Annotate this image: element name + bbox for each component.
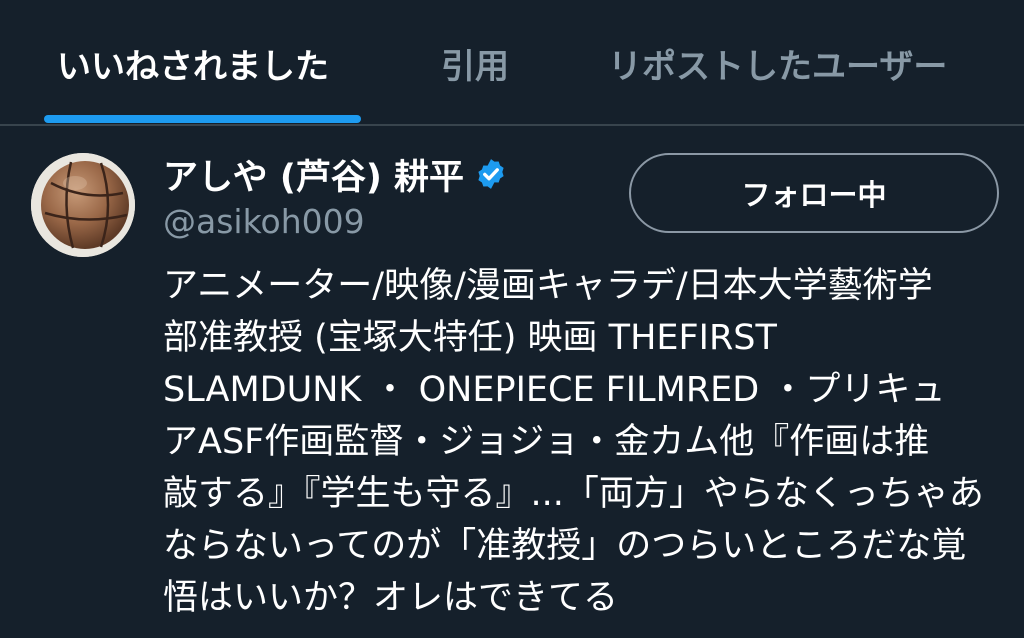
basketball-icon <box>31 153 135 257</box>
user-handle[interactable]: @asikoh009 <box>163 202 365 241</box>
user-bio: アニメーター/映像/漫画キャラデ/日本大学藝術学 部准教授 (宝塚大特任) 映画… <box>163 260 1008 624</box>
tab-quotes[interactable]: 引用 <box>441 44 509 90</box>
tab-bar: いいねされました 引用 リポストしたユーザー <box>0 0 1024 126</box>
tab-likes[interactable]: いいねされました <box>57 44 329 90</box>
bio-line: ならないってのが「准教授」のつらいところだな覚 <box>163 526 967 566</box>
user-cell[interactable]: アしや (芦谷) 耕平 @asikoh009 フォロー中 アニメーター/映像/漫… <box>0 126 1024 638</box>
following-button[interactable]: フォロー中 <box>629 153 999 233</box>
bio-line: SLAMDUNK ・ ONEPIECE FILMRED ・プリキュ <box>163 370 946 410</box>
active-tab-indicator <box>44 115 361 123</box>
avatar[interactable] <box>31 153 135 257</box>
verified-badge-icon <box>478 159 504 189</box>
bio-line: アニメーター/映像/漫画キャラデ/日本大学藝術学 <box>163 266 933 306</box>
bio-line: 悟はいいか？オレはできてる <box>163 578 619 618</box>
tab-reposts[interactable]: リポストしたユーザー <box>608 44 947 90</box>
name-row: アしや (芦谷) 耕平 <box>163 150 508 198</box>
display-name[interactable]: アしや (芦谷) 耕平 <box>163 149 464 200</box>
bio-line: アASF作画監督・ジョジョ・金カム他『作画は推 <box>163 422 930 462</box>
bio-line: 部准教授 (宝塚大特任) 映画 THEFIRST <box>163 318 777 358</box>
bio-line: 敲する』『学生も守る』...「両方」やらなくっちゃあ <box>163 474 984 514</box>
